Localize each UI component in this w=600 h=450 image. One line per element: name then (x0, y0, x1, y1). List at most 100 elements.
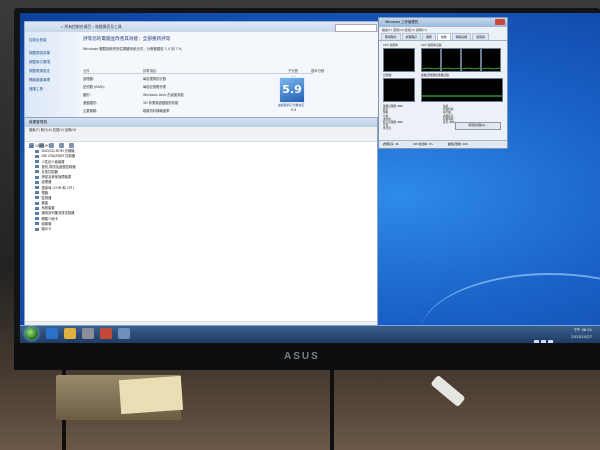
sidebar-link-advanced[interactable]: 進階工具 (29, 87, 79, 92)
clock-time: 下午 06:21 (573, 328, 592, 332)
device-icon (35, 227, 39, 231)
device-manager-titlebar[interactable]: 裝置管理員 (25, 118, 377, 127)
row-desc: 每秒記憶體作業 (143, 85, 167, 89)
sidebar-link-visual[interactable]: 調整視覺效果 (29, 51, 79, 56)
header-subscore: 子分數 (288, 69, 298, 73)
task-manager-statusbar: 處理程序: 46 CPU 使用率: 1% 實體記憶體: 20% (379, 140, 507, 148)
flag-icon[interactable] (548, 340, 553, 343)
device-manager-window: 裝置管理員 檔案(F) 執行(A) 檢視(V) 說明(H) USER-PC DVD… (24, 117, 378, 329)
device-tree: USER-PC DVD/CD-ROM 光碟機 IDE ATA/ATAPI 控制器 人性… (25, 142, 377, 232)
stat-label: 非分頁 (383, 127, 391, 131)
device-icon (35, 170, 39, 174)
sidebar-link-home[interactable]: 控制台首頁 (29, 38, 79, 43)
performance-main: 評等您的電腦並改善其效能：全部重新評等 Windows 體驗指數會評估關鍵系統元… (83, 36, 378, 113)
clock[interactable]: 下午 06:21 2013/10/27 (571, 327, 592, 341)
score-row: 主要硬碟: 磁碟資料傳輸速率 5.9 (83, 108, 313, 114)
header-base: 基本分數 (311, 69, 325, 73)
device-tree-label: USER-PC (35, 144, 50, 148)
device-tree-label: 通用序列匯流排控制器 (41, 211, 75, 216)
device-tree-label: 顯示卡 (41, 227, 52, 231)
task-manager-window: Windows 工作管理員 檔案(F) 選項(O) 檢視(V) 說明(H) 應用… (378, 17, 508, 149)
row-desc: Windows Aero 的桌面效能 (143, 93, 184, 97)
device-icon (35, 154, 39, 158)
row-component: 處理器: (83, 77, 95, 81)
explorer-icon[interactable] (64, 328, 76, 339)
device-tree-label: 網路介面卡 (41, 216, 58, 221)
cpu-usage-meter (383, 48, 415, 72)
close-icon[interactable] (495, 19, 505, 25)
breadcrumb[interactable]: « 所有控制台項目 › 效能資訊及工具 (61, 24, 122, 30)
device-icon (35, 165, 39, 169)
page-title: 評等您的電腦並改善其效能：全部重新評等 (83, 37, 171, 42)
ie-icon[interactable] (46, 328, 58, 339)
address-bar[interactable]: « 所有控制台項目 › 效能資訊及工具 (25, 22, 381, 32)
paper-sheet (118, 375, 184, 415)
device-icon (35, 186, 39, 189)
memory-history-graph (421, 78, 503, 102)
device-icon (35, 175, 39, 179)
task-manager-tab[interactable]: 效能 (436, 33, 451, 40)
memory-label: 記憶體 (383, 73, 392, 77)
device-icon (35, 180, 39, 184)
search-input[interactable] (335, 24, 377, 32)
task-manager-tab[interactable]: 使用者 (472, 33, 489, 40)
status-cpu: CPU 使用率: 1% (413, 143, 433, 146)
sidebar-link-index[interactable]: 調整索引選項 (29, 60, 79, 65)
clock-date: 2013/10/27 (571, 335, 592, 339)
device-tree-label: 存放控制器 (41, 169, 58, 174)
app-icon[interactable] (100, 328, 112, 339)
header-rating: 評等項目 (143, 69, 157, 73)
sidebar-link-cleanup[interactable]: 開啟磁碟清理 (29, 78, 79, 83)
device-tree-label: 滑鼠及其他指標裝置 (41, 175, 72, 180)
stat-label: 認可 (MB) (443, 121, 456, 124)
device-tree-label: DVD/CD-ROM 光碟機 (41, 149, 75, 154)
score-table-header: 元件 評等項目 子分數 基本分數 (83, 68, 324, 74)
memory-meter (383, 78, 415, 102)
base-score-caption: 由最低的子分數決定 (277, 103, 304, 107)
monitor-logo: ASUS (284, 351, 320, 362)
device-tree-label: 處理器 (41, 180, 52, 185)
row-desc: 磁碟資料傳輸速率 (143, 109, 170, 113)
cpu-core-graph (421, 48, 441, 72)
header-component: 元件 (83, 69, 90, 73)
device-tree-node[interactable]: 顯示卡 (29, 227, 377, 232)
stand-leg (330, 370, 334, 450)
network-icon[interactable] (534, 340, 539, 343)
device-tree-label: 人性化介面裝置 (41, 159, 65, 164)
control-panel-icon[interactable] (118, 328, 130, 339)
device-tree-label: 鍵盤 (41, 201, 49, 206)
device-tree-label: IDE ATA/ATAPI 控制器 (41, 154, 76, 159)
device-icon (35, 211, 39, 215)
media-player-icon[interactable] (82, 328, 94, 339)
cpu-history-label: CPU 使用率記錄 (421, 43, 442, 47)
device-tree-label: 磁碟機 (41, 221, 52, 226)
volume-icon[interactable] (541, 340, 546, 343)
memory-history-label: 實體記憶體使用量記錄 (421, 73, 449, 77)
row-component: 主要硬碟: (83, 109, 98, 113)
task-manager-titlebar[interactable]: Windows 工作管理員 (379, 18, 507, 27)
device-icon (35, 191, 39, 195)
row-desc: 3D 商業與遊戲圖形效能 (143, 101, 179, 105)
device-tree-label: 系統裝置 (41, 206, 55, 211)
system-tray (534, 330, 560, 343)
device-tree-label: 連接埠 (COM 和 LPT) (41, 185, 74, 190)
row-desc: 每秒運算的次數 (143, 77, 167, 81)
row-score: 5.9 (291, 108, 297, 112)
task-manager-tab[interactable]: 網路功能 (451, 33, 472, 40)
base-score-badge: 5.9 (279, 77, 305, 103)
start-button[interactable] (25, 327, 38, 340)
cpu-core-graph (441, 48, 461, 72)
device-icon (35, 217, 39, 221)
task-manager-tab[interactable]: 處理程序 (401, 33, 422, 40)
sidebar-link-power[interactable]: 調整電源設定 (29, 69, 79, 74)
status-processes: 處理程序: 46 (383, 143, 399, 146)
cpu-core-graph (461, 48, 481, 72)
resource-monitor-button[interactable]: 資源監視器(R)... (455, 122, 501, 130)
page-subtitle: Windows 體驗指數會評估關鍵系統元件，分數範圍從 1.0 到 7.9。 (83, 47, 185, 51)
device-icon (35, 149, 39, 153)
task-manager-tab[interactable]: 服務 (422, 33, 436, 40)
task-manager-tabs: 應用程式 處理程序 服務 效能 網路功能 使用者 (379, 33, 507, 41)
device-icon (35, 196, 39, 200)
desktop-screen: « 所有控制台項目 › 效能資訊及工具 控制台首頁 調整視覺效果 調整索引選項 … (20, 13, 600, 343)
task-manager-tab[interactable]: 應用程式 (381, 33, 401, 40)
